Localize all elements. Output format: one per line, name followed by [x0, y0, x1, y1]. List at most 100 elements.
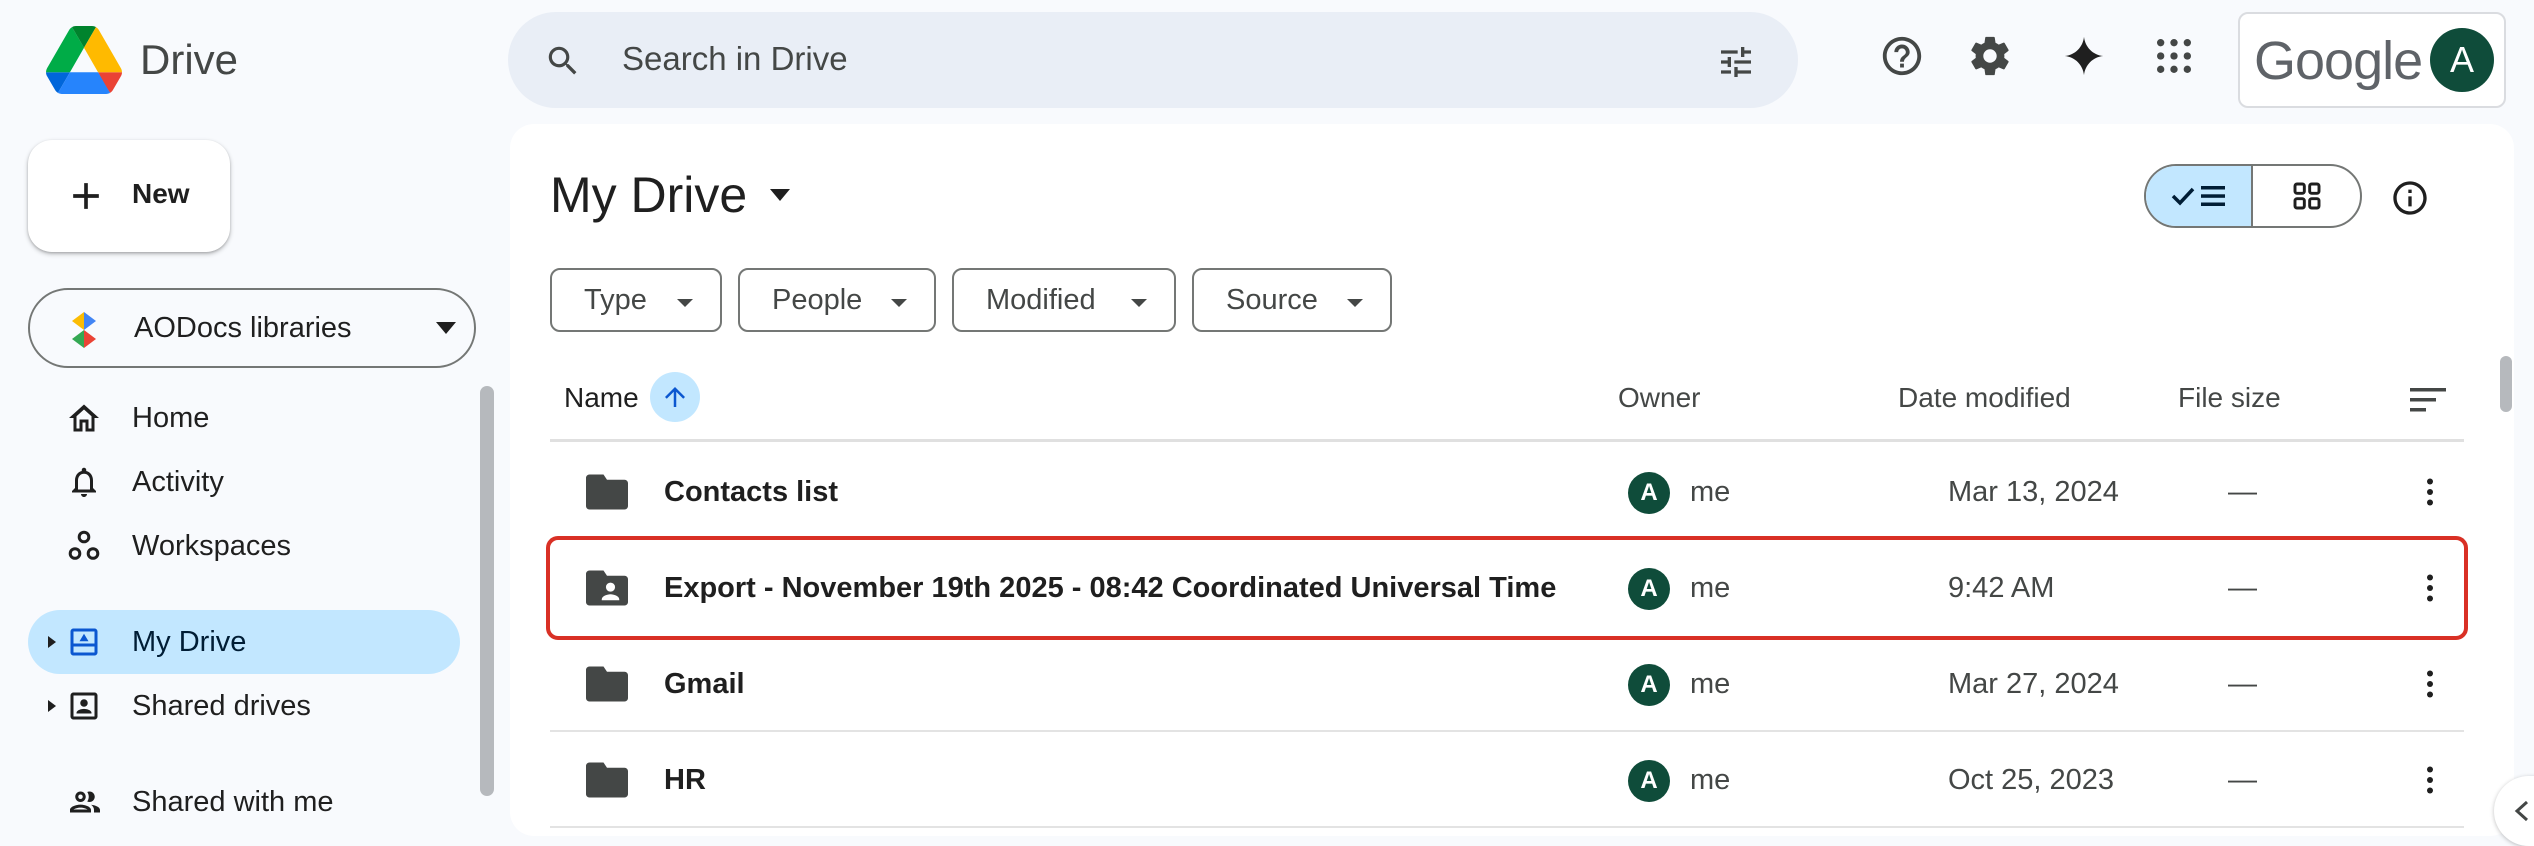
dropdown-arrow-icon	[891, 299, 907, 307]
bell-icon	[72, 467, 96, 497]
file-size: —	[2228, 764, 2257, 796]
dropdown-arrow-icon	[436, 322, 456, 334]
owner-name: me	[1690, 764, 1731, 796]
expand-arrow-icon[interactable]	[46, 634, 58, 650]
new-button-label: New	[132, 178, 190, 209]
file-list-header: Name Owner Date modified File size	[550, 356, 2464, 442]
file-list-scrollbar[interactable]	[2500, 356, 2512, 412]
file-name[interactable]: HR	[664, 764, 706, 797]
file-name[interactable]: Gmail	[664, 668, 745, 701]
date-modified: Mar 13, 2024	[1948, 476, 2119, 508]
sidebar-item-activity[interactable]: Activity	[28, 450, 460, 514]
info-icon[interactable]	[2390, 178, 2430, 218]
filter-chip-type[interactable]: Type	[550, 268, 722, 332]
folder-icon	[586, 666, 628, 702]
plus-icon	[73, 183, 99, 209]
app-name: Drive	[140, 36, 239, 83]
filter-chip-people[interactable]: People	[738, 268, 936, 332]
file-name[interactable]: Export - November 19th 2025 - 08:42 Coor…	[664, 572, 1556, 605]
page-title[interactable]: My Drive	[550, 166, 791, 224]
filter-chip-label: Type	[584, 283, 647, 316]
drive-logo[interactable]: Drive	[46, 26, 238, 94]
dropdown-arrow-icon	[1347, 299, 1363, 307]
search-bar[interactable]: Search in Drive	[508, 12, 1798, 108]
owner-name: me	[1690, 668, 1731, 700]
file-name[interactable]: Contacts list	[664, 476, 838, 509]
search-options-icon[interactable]	[1716, 42, 1756, 82]
folder-icon	[586, 474, 628, 510]
sidebar-item-label: Home	[132, 402, 210, 434]
drive-logo-icon	[46, 26, 122, 94]
column-header-owner[interactable]: Owner	[1618, 382, 1700, 414]
account-switcher[interactable]: Google A	[2238, 12, 2506, 108]
sort-direction-button[interactable]	[650, 372, 700, 422]
my-drive-icon	[70, 628, 98, 656]
sidebar-item-label: Activity	[132, 466, 224, 498]
grid-view-icon	[2293, 182, 2320, 210]
aodocs-libraries-dropdown[interactable]: AODocs libraries	[28, 288, 476, 368]
folder-icon	[586, 762, 628, 798]
more-actions-icon[interactable]	[2412, 666, 2448, 702]
checkmark-list-icon	[2171, 186, 2225, 206]
more-actions-icon[interactable]	[2412, 762, 2448, 798]
filter-chip-label: Source	[1226, 283, 1318, 316]
column-header-date-modified[interactable]: Date modified	[1898, 382, 2071, 414]
sidebar-scrollbar[interactable]	[480, 386, 494, 796]
view-toggle	[2144, 164, 2362, 228]
google-wordmark: Google	[2254, 31, 2423, 91]
filter-chip-source[interactable]: Source	[1192, 268, 1392, 332]
date-modified: Mar 27, 2024	[1948, 668, 2119, 700]
table-row[interactable]: Export - November 19th 2025 - 08:42 Coor…	[546, 536, 2468, 640]
gemini-sparkle-icon[interactable]	[2060, 32, 2108, 80]
sidebar-item-home[interactable]: Home	[28, 386, 460, 450]
owner-name: me	[1690, 572, 1731, 604]
sidebar-item-label: Shared with me	[132, 786, 334, 818]
search-input[interactable]: Search in Drive	[622, 40, 848, 78]
aodocs-logo-icon	[72, 312, 96, 348]
sidebar-item-my-drive[interactable]: My Drive	[28, 610, 460, 674]
owner-avatar: A	[1628, 664, 1670, 706]
sidebar-item-shared-with-me[interactable]: Shared with me	[28, 770, 460, 834]
owner-name: me	[1690, 476, 1731, 508]
sidebar-item-workspaces[interactable]: Workspaces	[28, 514, 460, 578]
table-row[interactable]: HR A me Oct 25, 2023 —	[550, 732, 2464, 828]
owner-avatar: A	[1628, 760, 1670, 802]
sort-options-icon[interactable]	[2408, 384, 2448, 416]
search-icon[interactable]	[544, 42, 582, 80]
main-content: My Drive Type People Modified Source Nam…	[510, 124, 2514, 836]
chevron-left-icon	[2514, 800, 2529, 822]
dropdown-arrow-icon	[1131, 299, 1147, 307]
apps-grid-icon[interactable]	[2150, 32, 2198, 80]
list-view-button[interactable]	[2146, 166, 2254, 226]
settings-gear-icon[interactable]	[1966, 32, 2014, 80]
date-modified: Oct 25, 2023	[1948, 764, 2115, 796]
filter-chip-modified[interactable]: Modified	[952, 268, 1176, 332]
column-header-name[interactable]: Name	[564, 382, 639, 414]
sidebar-item-shared-drives[interactable]: Shared drives	[28, 674, 460, 738]
page-title-text: My Drive	[550, 167, 748, 223]
table-row[interactable]: Contacts list A me Mar 13, 2024 —	[550, 444, 2464, 540]
file-size: —	[2228, 668, 2257, 700]
grid-view-button[interactable]	[2253, 166, 2360, 226]
help-icon[interactable]	[1878, 32, 1926, 80]
dropdown-arrow-icon	[677, 299, 693, 307]
sidebar-item-label: My Drive	[132, 626, 247, 658]
more-actions-icon[interactable]	[2412, 570, 2448, 606]
aodocs-label: AODocs libraries	[134, 312, 352, 344]
column-header-file-size[interactable]: File size	[2178, 382, 2281, 414]
filter-chip-label: People	[772, 283, 863, 316]
filter-chip-label: Modified	[986, 283, 1096, 316]
file-size: —	[2228, 476, 2257, 508]
shared-folder-icon	[586, 570, 628, 606]
arrow-up-icon	[665, 387, 685, 407]
table-row[interactable]: Gmail A me Mar 27, 2024 —	[550, 636, 2464, 732]
more-actions-icon[interactable]	[2412, 474, 2448, 510]
new-button[interactable]: New	[28, 140, 230, 252]
sidebar-item-label: Workspaces	[132, 530, 292, 562]
people-icon	[70, 791, 100, 813]
date-modified: 9:42 AM	[1948, 572, 2055, 604]
expand-arrow-icon[interactable]	[46, 698, 58, 714]
owner-avatar: A	[1628, 472, 1670, 514]
shared-drives-icon	[70, 692, 98, 720]
account-avatar[interactable]: A	[2430, 28, 2494, 92]
